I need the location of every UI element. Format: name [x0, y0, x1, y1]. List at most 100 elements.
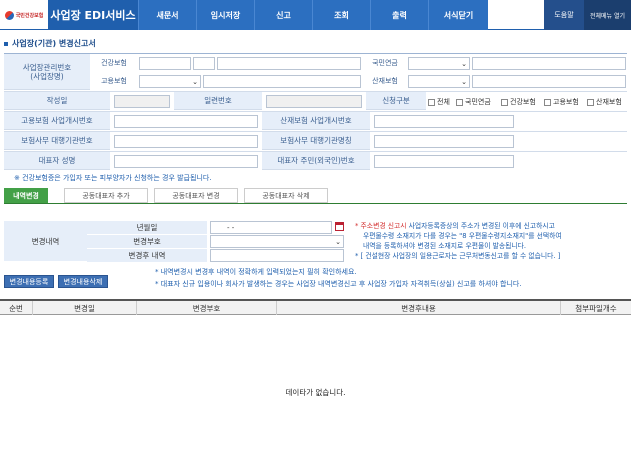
tab-add-co-rep[interactable]: 공동대표자 추가 — [64, 188, 148, 203]
menu-new[interactable]: 새문서 — [138, 0, 196, 30]
menu-inquiry[interactable]: 조회 — [312, 0, 370, 30]
rep-id-input[interactable] — [374, 155, 514, 168]
info-line: 우편물수령 소재지가 다를 경우는 "8 우편물수령지소재지"를 선택하여 — [363, 232, 562, 240]
checkbox-label: 산재보험 — [596, 98, 622, 106]
logo-text: 국민건강보험 — [15, 12, 44, 19]
change-note-b: * 대표자 신규 입용이나 회사가 발생하는 경우는 사업장 내역변경신고 후 … — [155, 280, 522, 288]
biz-no-label: 사업장관리번호 (사업장명) — [4, 54, 90, 90]
empty-message: 데이타가 없습니다. — [285, 388, 346, 397]
report-type-employ[interactable]: 고용보험 — [544, 97, 579, 107]
col-change-date[interactable]: 변경일 — [33, 301, 137, 315]
logo: 국민건강보험 — [0, 0, 48, 30]
employ-ins-label: 고용보험 — [91, 72, 137, 90]
checkbox-label: 건강보험 — [510, 98, 536, 106]
logo-icon — [4, 10, 14, 20]
health-ins-label: 건강보험 — [91, 54, 137, 72]
top-bar: 국민건강보험 사업장 EDI서비스 새문서 임시저장 신고 조회 출력 서식닫기… — [0, 0, 631, 30]
report-type-all[interactable]: 전체 — [428, 97, 450, 107]
national-pension-label: 국민연금 — [363, 54, 407, 72]
checkbox-icon — [428, 98, 435, 106]
tab-bar: 내역변경 공동대표자 추가 공동대표자 변경 공동대표자 삭제 — [4, 188, 627, 204]
employ-biz-no-input[interactable] — [114, 115, 258, 128]
report-type-label: 신청구분 — [366, 92, 426, 110]
checkbox-label: 고용보험 — [553, 98, 579, 106]
date-input[interactable] — [114, 95, 170, 108]
ind-biz-no-label: 산재보험 사업개시번호 — [262, 112, 370, 130]
change-note-a: * 내역변경시 변경후 내역이 정확하게 입력되었는지 필히 확인하세요. — [155, 268, 357, 276]
checkbox-icon — [456, 98, 463, 106]
col-seq[interactable]: 순번 — [0, 301, 33, 315]
register-change-button[interactable]: 변경내용등록 — [4, 275, 54, 288]
employ-ins-name[interactable] — [203, 75, 361, 88]
menu-close-form[interactable]: 서식닫기 — [428, 0, 488, 30]
col-change-content[interactable]: 변경후내용 — [277, 301, 561, 315]
chevron-down-icon: ⌄ — [335, 238, 341, 246]
industrial-ins-name[interactable] — [472, 75, 626, 88]
delete-change-button[interactable]: 변경내용삭제 — [58, 275, 108, 288]
report-type-pension[interactable]: 국민연금 — [456, 97, 491, 107]
change-after-input[interactable] — [210, 249, 344, 262]
rep-id-label: 대표자 주민(외국인)번호 — [262, 152, 370, 170]
change-code-select[interactable]: ⌄ — [210, 235, 344, 248]
chevron-down-icon: ⌄ — [461, 78, 467, 86]
checkbox-icon — [544, 98, 551, 106]
national-pension-name[interactable] — [472, 57, 626, 70]
chevron-down-icon: ⌄ — [192, 78, 198, 86]
health-ins-no-1[interactable] — [139, 57, 191, 70]
page-title-text: 사업장(기관) 변경신고서 — [12, 39, 96, 48]
ind-biz-no-input[interactable] — [374, 115, 514, 128]
health-ins-name[interactable] — [217, 57, 361, 70]
info-line: * [ 건설현장 사업장의 일용근로자는 근무처변동신고를 할 수 없습니다. … — [355, 252, 561, 260]
agency-name-input[interactable] — [374, 135, 514, 148]
tab-delete-co-rep[interactable]: 공동대표자 삭제 — [244, 188, 328, 203]
rep-name-label: 대표자 성명 — [4, 152, 110, 170]
change-code-label: 변경부호 — [87, 235, 207, 248]
checkbox-icon — [587, 98, 594, 106]
checkbox-icon — [501, 98, 508, 106]
agency-no-label: 보험사무 대행기관번호 — [4, 132, 110, 150]
col-attachment-count[interactable]: 첨부파일개수 — [561, 301, 631, 315]
col-change-code[interactable]: 변경부호 — [137, 301, 277, 315]
employ-biz-no-label: 고용보험 사업개시번호 — [4, 112, 110, 130]
page-title: 사업장(기관) 변경신고서 — [4, 38, 96, 49]
main-menu: 새문서 임시저장 신고 조회 출력 서식닫기 — [138, 0, 488, 30]
info-line: 사업자등록증상의 주소가 변경된 이후에 신고하시고 — [406, 222, 555, 230]
address-change-info: * 주소변경 신고시 사업자등록증상의 주소가 변경된 이후에 신고하시고 우편… — [355, 221, 562, 261]
report-type-health[interactable]: 건강보험 — [501, 97, 536, 107]
all-menu-button[interactable]: 전체메뉴 열기 — [584, 0, 631, 30]
health-card-note: ※ 건강보험증은 가입자 또는 피부양자가 신청하는 경우 발급됩니다. — [14, 174, 212, 182]
serial-label: 일련번호 — [174, 92, 262, 110]
national-pension-select[interactable]: ⌄ — [408, 57, 470, 70]
app-name: 사업장 EDI서비스 — [48, 0, 138, 30]
menu-report[interactable]: 신고 — [254, 0, 312, 30]
menu-temp-save[interactable]: 임시저장 — [196, 0, 254, 30]
rep-name-input[interactable] — [114, 155, 258, 168]
info-highlight: * 주소변경 신고시 — [355, 222, 407, 230]
serial-input[interactable] — [266, 95, 362, 108]
checkbox-label: 전체 — [437, 98, 450, 106]
tab-change-history[interactable]: 내역변경 — [4, 188, 48, 203]
industrial-ins-label: 산재보험 — [363, 72, 407, 90]
change-after-label: 변경후 내역 — [87, 249, 207, 262]
change-date-input[interactable]: - - — [210, 221, 332, 234]
agency-name-label: 보험사무 대행기관명칭 — [262, 132, 370, 150]
menu-print[interactable]: 출력 — [370, 0, 428, 30]
checkbox-label: 국민연금 — [465, 98, 491, 106]
app-window: 국민건강보험 사업장 EDI서비스 새문서 임시저장 신고 조회 출력 서식닫기… — [0, 0, 631, 449]
calendar-icon[interactable] — [335, 222, 344, 231]
change-history-table: 순번 변경일 변경부호 변경후내용 첨부파일개수 데이타가 없습니다. — [0, 299, 631, 449]
agency-no-input[interactable] — [114, 135, 258, 148]
registration-form: 사업장관리번호 (사업장명) 건강보험 국민연금 ⌄ 고용보험 ⌄ 산재보험 ⌄… — [4, 53, 627, 170]
industrial-ins-select[interactable]: ⌄ — [408, 75, 470, 88]
date-label: 작성일 — [4, 92, 110, 110]
change-section-label: 변경내역 — [4, 221, 87, 261]
title-bullet-icon — [4, 41, 8, 46]
health-ins-no-2[interactable] — [193, 57, 215, 70]
tab-change-co-rep[interactable]: 공동대표자 변경 — [154, 188, 238, 203]
chevron-down-icon: ⌄ — [461, 60, 467, 68]
help-button[interactable]: 도움말 — [544, 0, 584, 30]
report-type-industrial[interactable]: 산재보험 — [587, 97, 622, 107]
table-header: 순번 변경일 변경부호 변경후내용 첨부파일개수 — [0, 301, 631, 315]
employ-ins-select[interactable]: ⌄ — [139, 75, 201, 88]
info-line: 내역을 등록하셔야 변경된 소재지로 우편물이 발송됩니다. — [363, 242, 527, 250]
